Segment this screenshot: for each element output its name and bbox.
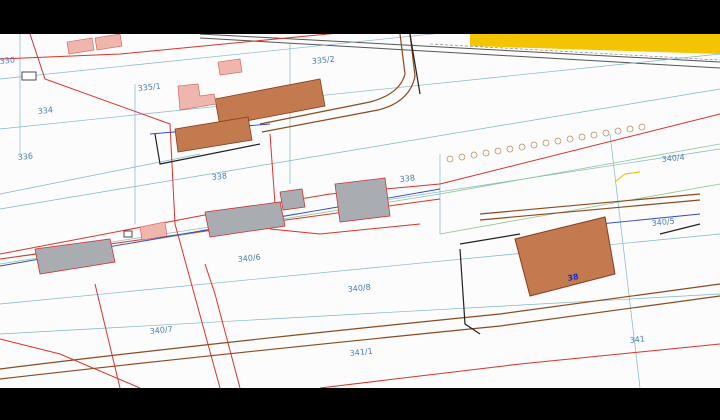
building-pink-4 [217,58,243,76]
building-small-1 [21,71,37,81]
parcel-label-335-2: 335/2 [311,55,335,66]
parcel-label-335-1: 335/1 [137,82,161,93]
parcel-label-340-8: 340/8 [347,283,371,294]
yellow-marker [614,171,641,183]
parcel-label-341-1: 341/1 [349,347,373,358]
fences [154,34,701,335]
parcel-label-336: 336 [17,151,33,162]
building-gray-2 [204,201,286,238]
building-brown-1 [214,78,326,127]
cadastral-map[interactable]: 335/2 335/1 334 336 338 338 340/6 340/8 … [0,34,720,388]
parcel-label-340-7: 340/7 [149,325,173,336]
parcel-label-338-b: 338 [399,173,415,184]
building-gray-4 [334,177,391,223]
building-brown-2 [174,116,253,153]
map-viewport[interactable]: 335/2 335/1 334 336 338 338 340/6 340/8 … [0,34,720,388]
building-small-2 [123,230,133,238]
parcel-label-340-6: 340/6 [237,253,261,264]
parcel-label-340-5: 340/5 [651,217,675,228]
parcel-label-338-a: 338 [211,171,227,182]
parcel-label-334: 334 [37,105,53,116]
parcel-label-330: 330 [0,55,15,66]
parcel-label-340-4: 340/4 [661,153,685,164]
building-pink-3 [177,83,217,111]
building-pink-2 [94,34,123,51]
building-pink-1 [66,37,95,55]
building-gray-3 [279,188,306,211]
parcel-label-341: 341 [629,334,645,345]
building-brown-large [514,216,616,297]
building-gray-1 [34,238,116,275]
